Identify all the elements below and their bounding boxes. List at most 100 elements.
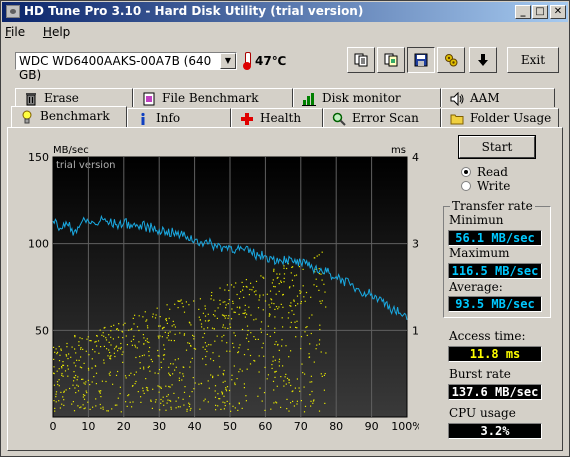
- download-button[interactable]: [469, 47, 497, 73]
- access-time-point: [99, 329, 101, 331]
- access-time-point: [174, 369, 176, 371]
- access-time-point: [94, 341, 96, 343]
- access-time-point: [293, 313, 295, 315]
- access-time-point: [117, 397, 119, 399]
- exit-button[interactable]: Exit: [507, 47, 559, 73]
- access-time-point: [154, 317, 157, 319]
- tab-info[interactable]: Info: [127, 108, 231, 127]
- access-time-point: [225, 315, 227, 317]
- access-time-point: [99, 403, 101, 406]
- close-button[interactable]: ✕: [550, 5, 566, 19]
- access-time-point: [214, 310, 216, 312]
- left-tick-label: 50: [35, 324, 49, 337]
- access-time-point: [150, 400, 152, 402]
- access-time-point: [88, 369, 90, 371]
- access-time-point: [270, 298, 272, 300]
- start-button[interactable]: Start: [458, 135, 536, 159]
- access-time-point: [182, 398, 184, 400]
- menu-help[interactable]: Help: [43, 25, 70, 39]
- access-time-point: [289, 326, 291, 328]
- tab-error-scan[interactable]: Error Scan: [323, 108, 441, 127]
- options-icon: [445, 54, 458, 67]
- write-radio[interactable]: Write: [461, 179, 510, 193]
- access-time-point: [303, 296, 305, 298]
- access-time-point: [89, 384, 91, 386]
- drive-select[interactable]: WDC WD6400AAKS-00A7B (640 GB) ▼: [15, 52, 237, 82]
- access-time-point: [225, 387, 227, 389]
- access-time-point: [300, 301, 302, 303]
- minimize-button[interactable]: _: [515, 5, 531, 19]
- access-time-point: [247, 329, 249, 332]
- tab-aam[interactable]: AAM: [441, 88, 555, 107]
- tab-file-benchmark[interactable]: File Benchmark: [133, 88, 293, 107]
- access-time-point: [85, 390, 87, 392]
- access-time-point: [238, 347, 240, 349]
- copy-screenshot-button[interactable]: [377, 47, 405, 73]
- access-time-point: [107, 355, 109, 357]
- access-time-point: [188, 405, 190, 408]
- tab-disk-monitor[interactable]: Disk monitor: [293, 88, 441, 107]
- tab-row-top: Erase File Benchmark Disk monitor AAM: [15, 88, 555, 107]
- access-time-point: [157, 335, 159, 337]
- access-time-point: [223, 315, 225, 317]
- menu-file[interactable]: File: [5, 25, 25, 39]
- x-tick-label: 10: [81, 420, 95, 433]
- title-bar: HD Tune Pro 3.10 - Hard Disk Utility (tr…: [2, 2, 568, 22]
- options-button[interactable]: [437, 47, 465, 73]
- access-time-point: [102, 406, 104, 408]
- access-time-point: [56, 381, 59, 383]
- access-time-point: [172, 363, 174, 365]
- access-time-point: [303, 411, 306, 413]
- access-time-point: [73, 371, 75, 373]
- x-tick-label: 50: [223, 420, 237, 433]
- save-button[interactable]: [407, 47, 435, 73]
- read-radio-dot[interactable]: [461, 167, 471, 177]
- access-time-point: [179, 406, 181, 408]
- access-time-point: [273, 268, 275, 270]
- read-radio[interactable]: Read: [461, 165, 508, 179]
- access-time-point: [239, 368, 241, 370]
- tab-file-benchmark-label: File Benchmark: [162, 91, 259, 105]
- write-radio-dot[interactable]: [461, 181, 471, 191]
- tab-benchmark[interactable]: Benchmark: [11, 106, 127, 127]
- access-time-point: [269, 306, 271, 308]
- access-time-point: [163, 348, 166, 350]
- access-time-point: [114, 355, 116, 358]
- access-time-point: [96, 335, 98, 337]
- maximize-button[interactable]: □: [532, 5, 548, 19]
- access-time-point: [310, 405, 312, 407]
- access-time-point: [188, 342, 191, 344]
- access-time-point: [142, 334, 144, 336]
- tab-health[interactable]: Health: [231, 108, 323, 127]
- access-time-point: [262, 294, 264, 296]
- chevron-down-icon[interactable]: ▼: [220, 53, 236, 69]
- access-time-point: [277, 308, 279, 310]
- access-time-point: [193, 335, 195, 337]
- access-time-point: [264, 366, 266, 368]
- access-time-point: [296, 400, 298, 402]
- access-time-point: [67, 375, 69, 377]
- access-time-point: [249, 363, 252, 365]
- copy-text-button[interactable]: [347, 47, 375, 73]
- access-time-point: [145, 378, 147, 380]
- access-time-point: [125, 377, 127, 379]
- access-time-point: [147, 390, 149, 392]
- access-time-point: [73, 410, 76, 412]
- access-time-point: [218, 355, 220, 357]
- access-time-point: [76, 379, 78, 381]
- access-time-point: [243, 296, 245, 298]
- access-time-point: [193, 388, 195, 390]
- access-time-point: [259, 294, 261, 296]
- access-time-point: [255, 294, 257, 296]
- access-time-point: [282, 306, 284, 308]
- access-time-point: [184, 386, 186, 388]
- access-time-point: [231, 374, 233, 376]
- tab-folder-usage[interactable]: Folder Usage: [441, 108, 559, 127]
- access-time-point: [302, 372, 304, 374]
- access-time-point: [143, 392, 145, 394]
- access-time-point: [278, 365, 280, 367]
- tab-erase[interactable]: Erase: [15, 88, 133, 107]
- access-time-point: [115, 345, 118, 347]
- access-time-point: [310, 400, 312, 402]
- access-time-point: [67, 358, 69, 360]
